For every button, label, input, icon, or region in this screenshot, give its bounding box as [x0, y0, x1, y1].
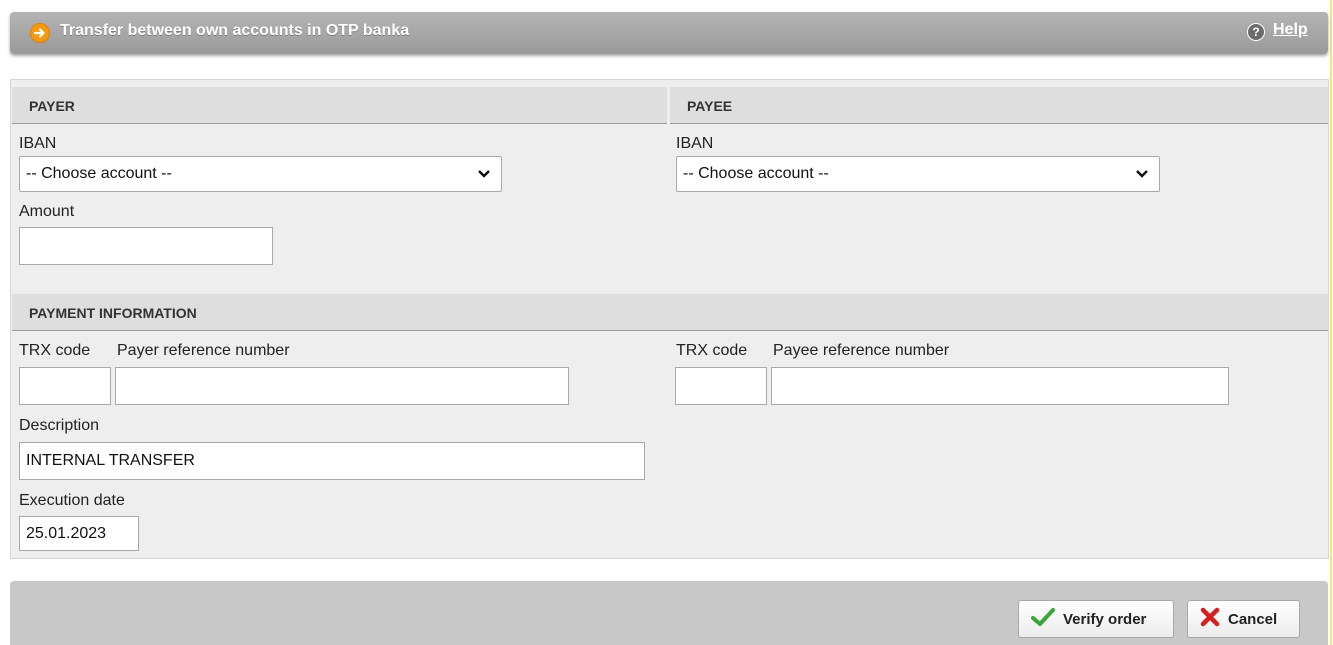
execution-date-label: Execution date [19, 492, 125, 509]
payee-iban-label: IBAN [676, 135, 714, 152]
description-input[interactable]: INTERNAL TRANSFER [19, 442, 645, 480]
page-edge-line [1330, 0, 1332, 645]
payment-info-heading: PAYMENT INFORMATION [12, 294, 1328, 331]
chevron-down-icon [478, 170, 490, 178]
help-icon[interactable]: ? [1247, 23, 1265, 41]
transfer-form-panel: PAYER PAYEE IBAN -- Choose account -- Am… [10, 79, 1329, 559]
payee-reference-input[interactable] [771, 367, 1229, 405]
arrow-right-icon [30, 23, 50, 43]
verify-order-label: Verify order [1063, 610, 1147, 628]
payer-section-heading: PAYER [12, 87, 667, 124]
checkmark-icon [1031, 607, 1055, 631]
execution-date-input[interactable]: 25.01.2023 [19, 516, 139, 551]
payee-reference-label: Payee reference number [773, 342, 950, 359]
description-label: Description [19, 417, 100, 434]
x-mark-icon [1200, 607, 1220, 631]
payer-reference-label: Payer reference number [117, 342, 290, 359]
payee-section-heading: PAYEE [670, 87, 1328, 124]
chevron-down-icon [1136, 170, 1148, 178]
payer-iban-select-value: -- Choose account -- [26, 165, 172, 182]
cancel-button[interactable]: Cancel [1187, 600, 1300, 638]
payer-iban-label: IBAN [19, 135, 57, 152]
amount-input[interactable] [19, 227, 273, 265]
page-title: Transfer between own accounts in OTP ban… [60, 22, 410, 39]
payee-iban-select-value: -- Choose account -- [683, 165, 829, 182]
action-bar: Verify order Cancel [10, 581, 1328, 645]
verify-order-button[interactable]: Verify order [1018, 600, 1174, 638]
title-bar: Transfer between own accounts in OTP ban… [10, 12, 1328, 54]
payee-trx-code-label: TRX code [676, 342, 748, 359]
amount-label: Amount [19, 203, 75, 220]
help-link[interactable]: Help [1273, 21, 1308, 39]
payer-trx-code-input[interactable] [19, 367, 111, 405]
payer-trx-code-label: TRX code [19, 342, 91, 359]
payer-iban-select[interactable]: -- Choose account -- [19, 156, 502, 192]
payee-iban-select[interactable]: -- Choose account -- [676, 156, 1160, 192]
payer-reference-input[interactable] [115, 367, 569, 405]
payee-trx-code-input[interactable] [675, 367, 767, 405]
cancel-label: Cancel [1228, 610, 1278, 628]
